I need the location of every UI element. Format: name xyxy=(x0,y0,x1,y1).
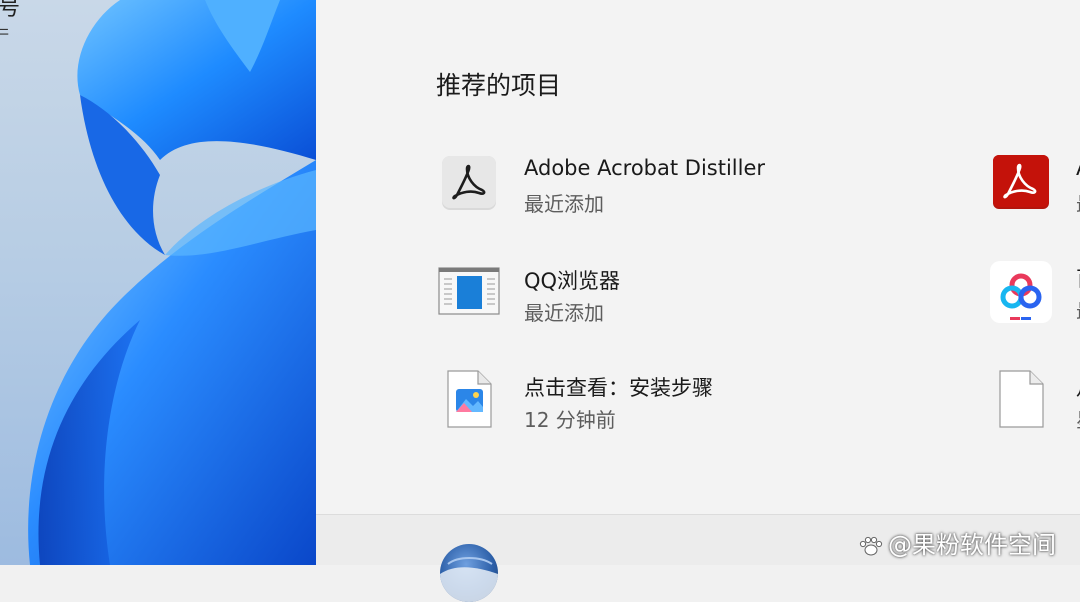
qq-browser-icon xyxy=(438,263,500,325)
item-subtitle: 最 xyxy=(1076,295,1080,324)
recommended-item-adobe-acrobat[interactable]: A 最 xyxy=(990,154,1080,224)
watermark: @果粉软件空间 xyxy=(858,525,1056,560)
acrobat-distiller-icon xyxy=(438,154,500,216)
image-file-icon xyxy=(438,370,500,432)
item-name: 百 xyxy=(1076,263,1080,293)
item-subtitle: 最 xyxy=(1076,188,1080,217)
start-menu-panel: 推荐的项目 Adobe Acrobat Distiller 最近添加 QQ浏览器… xyxy=(316,0,1080,602)
item-subtitle: 12 分钟前 xyxy=(524,408,616,432)
paw-icon xyxy=(859,536,883,556)
recommended-item-install-steps[interactable]: 点击查看：安装步骤 12 分钟前 xyxy=(438,370,898,440)
item-name: A xyxy=(1076,156,1080,180)
adobe-acrobat-icon xyxy=(990,154,1052,216)
start-menu-footer: @果粉软件空间 xyxy=(316,515,1080,602)
item-name: 点击查看：安装步骤 xyxy=(524,376,713,400)
user-avatar[interactable] xyxy=(440,544,498,602)
recommended-item-blank-file[interactable]: 月 星 xyxy=(990,370,1080,440)
bloom-wallpaper-art xyxy=(28,0,316,565)
item-name: Adobe Acrobat Distiller xyxy=(524,156,766,180)
item-subtitle: 星 xyxy=(1076,404,1080,433)
watermark-text: @果粉软件空间 xyxy=(888,531,1056,559)
item-name: 月 xyxy=(1076,372,1080,402)
desktop-icon-label-fragment: ᄃ xyxy=(0,26,11,45)
recommended-section-title: 推荐的项目 xyxy=(436,71,562,100)
item-subtitle: 最近添加 xyxy=(524,301,604,325)
recommended-item-baidu-netdisk[interactable]: 百 最 xyxy=(990,261,1080,331)
recommended-item-qq-browser[interactable]: QQ浏览器 最近添加 xyxy=(438,263,898,333)
blank-file-icon xyxy=(990,370,1052,432)
desktop-icon-label[interactable]: 号 xyxy=(0,0,20,22)
item-subtitle: 最近添加 xyxy=(524,192,604,216)
desktop-wallpaper: 号 ᄃ xyxy=(0,0,316,565)
recommended-item-acrobat-distiller[interactable]: Adobe Acrobat Distiller 最近添加 xyxy=(438,154,898,224)
item-name: QQ浏览器 xyxy=(524,269,621,293)
baidu-netdisk-icon xyxy=(990,261,1052,323)
